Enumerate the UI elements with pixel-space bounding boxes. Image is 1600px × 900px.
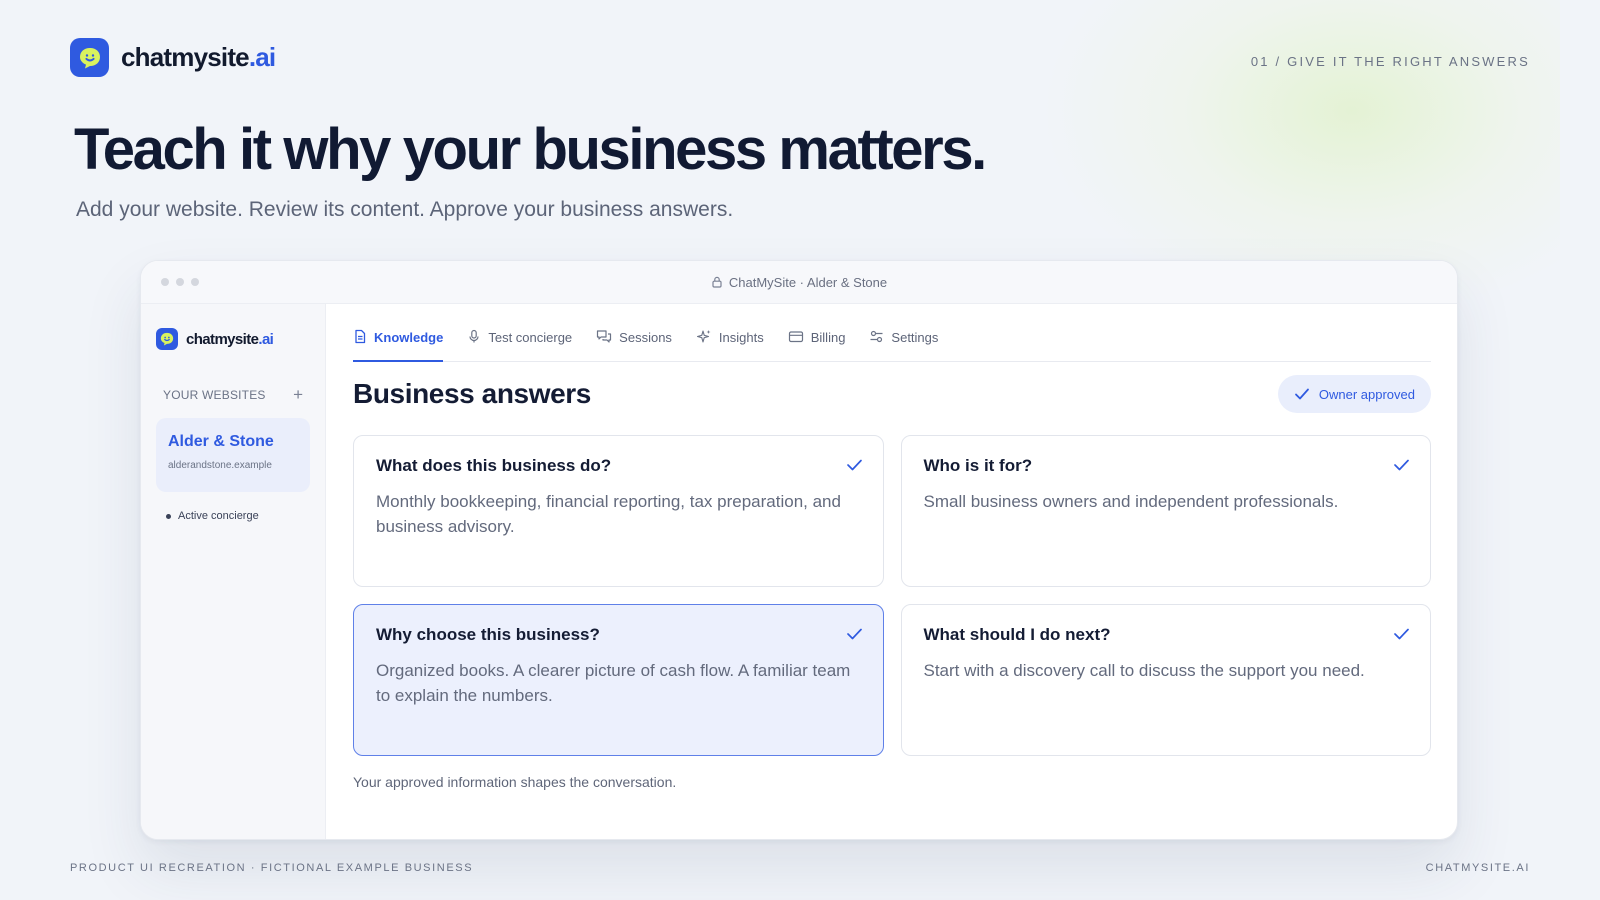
website-name: Alder & Stone (168, 433, 274, 450)
tab-label: Sessions (619, 330, 672, 345)
document-icon (355, 329, 366, 344)
tab-knowledge[interactable]: Knowledge (353, 303, 444, 362)
step-eyebrow: 01 / GIVE IT THE RIGHT ANSWERS (1250, 54, 1530, 69)
page-headline: Teach it why your business matters. (74, 117, 987, 182)
main-panel: Knowledge Test concierge Sessions Insigh… (327, 304, 1457, 839)
answer-card-question: Why choose this business? (376, 625, 600, 644)
answer-card-answer: Small business owners and independent pr… (923, 492, 1339, 511)
brand-name: chatmysite.ai (121, 42, 276, 72)
tab-test-concierge[interactable]: Test concierge (467, 303, 572, 361)
footer-caption: PRODUCT UI RECREATION · FICTIONAL EXAMPL… (70, 862, 474, 874)
concierge-status-text: Active concierge (178, 510, 259, 522)
check-icon (846, 459, 862, 471)
tab-settings[interactable]: Settings (869, 303, 938, 361)
answer-card[interactable]: Who is it for? Small business owners and… (900, 435, 1431, 587)
sidebar: chatmysite.ai YOUR WEBSITES + Alder & St… (141, 304, 326, 839)
footnote: Your approved information shapes the con… (353, 774, 677, 790)
owner-approved-label: Owner approved (1318, 386, 1415, 402)
window-dot[interactable] (176, 278, 184, 286)
sidebar-brand[interactable]: chatmysite.ai (156, 328, 274, 350)
window-title-text: ChatMySite · Alder & Stone (728, 274, 888, 290)
page-subhead: Add your website. Review its content. Ap… (76, 198, 734, 221)
tab-label: Billing (810, 330, 846, 345)
answer-card-answer: Start with a discovery call to discuss t… (923, 661, 1365, 680)
microphone-icon (469, 329, 479, 343)
footer-domain[interactable]: CHATMYSITE.AI (1426, 862, 1530, 874)
check-icon (846, 628, 862, 640)
website-item-alder-and-stone[interactable]: Alder & Stone alderandstone.example (156, 418, 310, 492)
lock-icon (712, 276, 722, 288)
chat-bubble-smile-icon (70, 38, 109, 77)
tab-label: Knowledge (374, 330, 444, 345)
tab-label: Test concierge (488, 330, 573, 345)
credit-card-icon (788, 331, 803, 343)
tab-bar: Knowledge Test concierge Sessions Insigh… (353, 304, 1431, 362)
answer-card-question: What does this business do? (376, 456, 612, 475)
answer-card[interactable]: What should I do next? Start with a disc… (900, 604, 1431, 756)
websites-section-header: YOUR WEBSITES + (163, 386, 303, 403)
tab-sessions[interactable]: Sessions (596, 303, 672, 361)
app-window: ChatMySite · Alder & Stone chatmysite.ai… (140, 260, 1458, 840)
window-controls (161, 278, 199, 286)
sparkles-icon (696, 330, 711, 343)
answer-cards-grid: What does this business do? Monthly book… (353, 435, 1431, 756)
check-icon (1394, 459, 1409, 471)
answer-card-selected[interactable]: Why choose this business? Organized book… (353, 604, 884, 756)
sliders-icon (870, 330, 883, 343)
answer-card-answer: Organized books. A clearer picture of ca… (376, 661, 851, 705)
status-dot-icon (166, 513, 171, 519)
chat-bubble-smile-icon (156, 328, 178, 350)
chat-bubbles-icon (597, 330, 612, 343)
answer-card-question: What should I do next? (923, 625, 1111, 644)
owner-approved-badge[interactable]: Owner approved (1277, 375, 1431, 413)
tab-insights[interactable]: Insights (696, 303, 764, 361)
answer-card-answer: Monthly bookkeeping, financial reporting… (376, 492, 841, 536)
section-title: Business answers (353, 378, 591, 409)
website-domain: alderandstone.example (168, 460, 272, 471)
tab-label: Insights (718, 330, 764, 345)
window-title: ChatMySite · Alder & Stone (711, 275, 887, 290)
tab-billing[interactable]: Billing (788, 303, 846, 361)
concierge-status: Active concierge (166, 510, 259, 522)
check-icon (1394, 628, 1409, 640)
window-dot[interactable] (161, 278, 169, 286)
check-icon (1294, 388, 1309, 400)
window-titlebar: ChatMySite · Alder & Stone (141, 261, 1457, 304)
sidebar-brand-name: chatmysite.ai (186, 330, 274, 348)
brand-logo[interactable]: chatmysite.ai (70, 38, 276, 77)
plus-icon[interactable]: + (293, 386, 303, 403)
answer-card[interactable]: What does this business do? Monthly book… (353, 435, 884, 587)
tab-label: Settings (891, 330, 939, 345)
window-dot[interactable] (191, 278, 199, 286)
websites-section-label: YOUR WEBSITES (163, 387, 266, 402)
answer-card-question: Who is it for? (923, 456, 1033, 475)
